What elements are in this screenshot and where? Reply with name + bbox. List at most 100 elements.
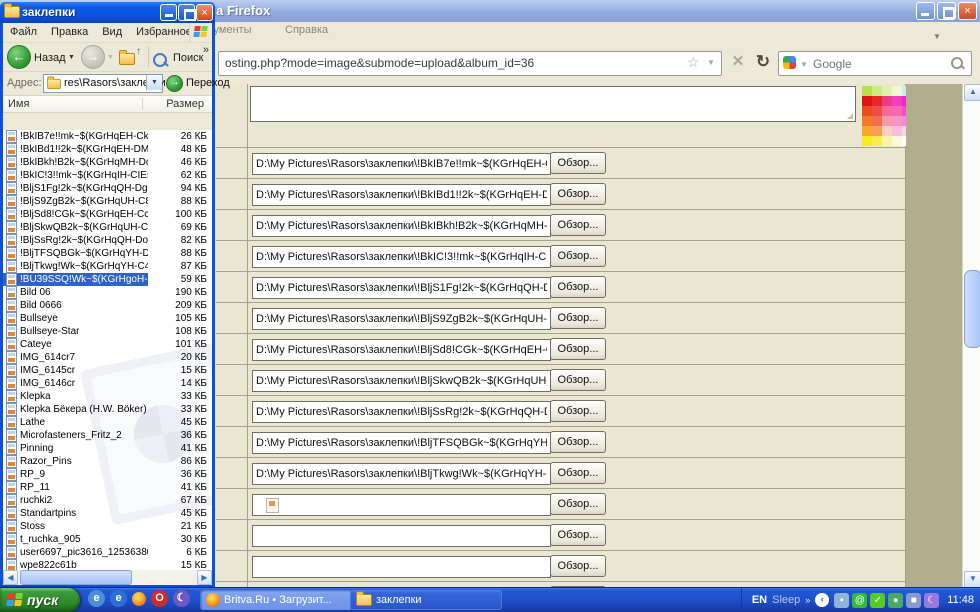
task-button-0[interactable]: Britva.Ru • Загрузит... xyxy=(200,590,352,610)
palette-swatch[interactable] xyxy=(872,116,882,126)
file-row[interactable]: Bild 06190 КБ xyxy=(3,286,212,299)
scroll-up-button[interactable]: ▲ xyxy=(964,84,980,101)
explorer-menu-item-1[interactable]: Правка xyxy=(44,23,95,38)
file-row[interactable]: Standartpins45 КБ xyxy=(3,507,212,520)
file-row[interactable]: IMG_614cr720 КБ xyxy=(3,351,212,364)
palette-swatch[interactable] xyxy=(892,136,902,146)
file-row[interactable]: !BljSkwQB2k~$(KGrHqUH-CsE...69 КБ xyxy=(3,221,212,234)
file-row[interactable]: !BU39SSQ!Wk~$(KGrHgoH-D...59 КБ xyxy=(3,273,212,286)
horizontal-scrollbar[interactable]: ◀ ▶ xyxy=(3,570,212,585)
file-row[interactable]: Bullseye-Star108 КБ xyxy=(3,325,212,338)
file-row[interactable]: Razor_Pins86 КБ xyxy=(3,455,212,468)
browse-button[interactable]: Обзор... xyxy=(550,245,606,267)
scroll-thumb[interactable] xyxy=(964,270,980,348)
firefox-icon[interactable] xyxy=(132,592,146,606)
opera-icon[interactable]: O xyxy=(151,590,168,607)
go-label[interactable]: Переход xyxy=(186,77,230,89)
search-box[interactable]: ▼ xyxy=(778,51,972,76)
file-path-input[interactable] xyxy=(252,246,551,268)
vertical-scrollbar[interactable]: ▲ ▼ xyxy=(962,84,980,588)
file-row[interactable]: !BljSd8!CGk~$(KGrHqEH-CcEt...100 КБ xyxy=(3,208,212,221)
palette-swatch[interactable] xyxy=(882,136,892,146)
browse-button[interactable]: Обзор... xyxy=(550,276,606,298)
palette-swatch[interactable] xyxy=(862,136,872,146)
file-row[interactable]: Pinning41 КБ xyxy=(3,442,212,455)
file-row[interactable]: Klepka Бёкера (H.W. Böker)33 КБ xyxy=(3,403,212,416)
menu-item-help[interactable]: Справка xyxy=(285,24,328,36)
file-path-input[interactable] xyxy=(252,277,551,299)
firefox-minimize-button[interactable] xyxy=(916,2,935,20)
file-row[interactable]: RP_1141 КБ xyxy=(3,481,212,494)
explorer-close-button[interactable]: × xyxy=(196,4,213,21)
file-path-input[interactable] xyxy=(252,308,551,330)
update-tray-icon[interactable]: ▪ xyxy=(834,593,849,608)
scroll-right-button[interactable]: ▶ xyxy=(197,570,212,585)
explorer-titlebar[interactable]: заклепки × xyxy=(0,2,215,23)
file-row[interactable]: Bullseye105 КБ xyxy=(3,312,212,325)
column-header-size[interactable]: Размер xyxy=(166,98,204,110)
search-label[interactable]: Поиск xyxy=(173,52,203,64)
icq-tray-icon[interactable]: @ xyxy=(852,593,867,608)
tray-collapse-button[interactable]: ‹ xyxy=(815,593,829,607)
network-tray-icon[interactable]: ■ xyxy=(906,593,921,608)
explorer-menu-item-0[interactable]: Файл xyxy=(3,23,44,38)
palette-swatch[interactable] xyxy=(882,86,892,96)
search-input[interactable] xyxy=(811,52,945,75)
file-row[interactable]: Klepka33 КБ xyxy=(3,390,212,403)
file-row[interactable]: !BkIBd1!!2k~$(KGrHqEH-DME...48 КБ xyxy=(3,143,212,156)
toolbar-overflow-chevron[interactable]: » xyxy=(203,44,209,56)
tray-overflow-chevron[interactable]: » xyxy=(805,595,810,605)
search-engine-dropdown-icon[interactable]: ▼ xyxy=(800,60,808,69)
browse-button[interactable]: Обзор... xyxy=(550,462,606,484)
browse-button[interactable]: Обзор... xyxy=(550,400,606,422)
search-magnifier-icon[interactable] xyxy=(951,57,963,69)
palette-swatch[interactable] xyxy=(862,106,872,116)
column-header-name[interactable]: Имя xyxy=(8,98,29,110)
file-row[interactable]: !BljTkwg!Wk~$(KGrHqYH-C4E...87 КБ xyxy=(3,260,212,273)
palette-swatch[interactable] xyxy=(882,106,892,116)
file-path-input[interactable] xyxy=(252,463,551,485)
explorer-minimize-button[interactable] xyxy=(160,4,177,21)
file-row[interactable]: Stoss21 КБ xyxy=(3,520,212,533)
back-label[interactable]: Назад xyxy=(34,52,66,64)
back-button[interactable]: ← xyxy=(7,45,31,69)
agent-tray-icon[interactable]: ● xyxy=(888,593,903,608)
file-row[interactable]: user6697_pic3616_12536380536 КБ xyxy=(3,546,212,559)
palette-swatch[interactable] xyxy=(882,116,892,126)
toolbar-overflow-icon[interactable]: ▼ xyxy=(933,32,941,41)
browse-button[interactable]: Обзор... xyxy=(550,369,606,391)
start-button[interactable]: пуск xyxy=(0,588,80,612)
file-path-input[interactable] xyxy=(252,153,551,175)
palette-swatch[interactable] xyxy=(892,96,902,106)
firefox-restore-button[interactable] xyxy=(937,2,956,20)
browse-button[interactable]: Обзор... xyxy=(550,555,606,577)
palette-swatch[interactable] xyxy=(872,96,882,106)
volume-tray-icon[interactable]: ☾ xyxy=(924,593,939,608)
file-row[interactable]: Bild 0666209 КБ xyxy=(3,299,212,312)
file-row[interactable]: Lathe45 КБ xyxy=(3,416,212,429)
url-bar[interactable]: osting.php?mode=image&submode=upload&alb… xyxy=(218,51,722,76)
url-text[interactable]: osting.php?mode=image&submode=upload&alb… xyxy=(225,56,680,70)
palette-swatch[interactable] xyxy=(882,96,892,106)
palette-swatch[interactable] xyxy=(862,126,872,136)
browse-button[interactable]: Обзор... xyxy=(550,307,606,329)
url-dropdown-icon[interactable]: ▼ xyxy=(707,58,715,67)
browse-button[interactable]: Обзор... xyxy=(550,338,606,360)
messenger-icon[interactable]: e xyxy=(88,590,105,607)
palette-swatch[interactable] xyxy=(882,126,892,136)
browse-button[interactable]: Обзор... xyxy=(550,214,606,236)
file-path-input[interactable] xyxy=(252,401,551,423)
column-divider[interactable] xyxy=(142,98,143,110)
palette-swatch[interactable] xyxy=(872,126,882,136)
file-path-input[interactable] xyxy=(252,556,551,578)
browser-moon-icon[interactable]: ☾ xyxy=(173,590,190,607)
antivirus-tray-icon[interactable]: ✓ xyxy=(870,593,885,608)
file-row[interactable]: !BljTFSQBGk~$(KGrHqYH-DoE...88 КБ xyxy=(3,247,212,260)
palette-swatch[interactable] xyxy=(892,126,902,136)
address-combo[interactable]: res\Rasors\заклепки ▼ xyxy=(43,74,163,93)
back-dropdown-icon[interactable]: ▼ xyxy=(68,54,75,61)
file-row[interactable]: t_ruchka_90530 КБ xyxy=(3,533,212,546)
file-path-input[interactable] xyxy=(252,215,551,237)
browse-button[interactable]: Обзор... xyxy=(550,524,606,546)
up-folder-button[interactable]: ↑ xyxy=(119,49,139,65)
